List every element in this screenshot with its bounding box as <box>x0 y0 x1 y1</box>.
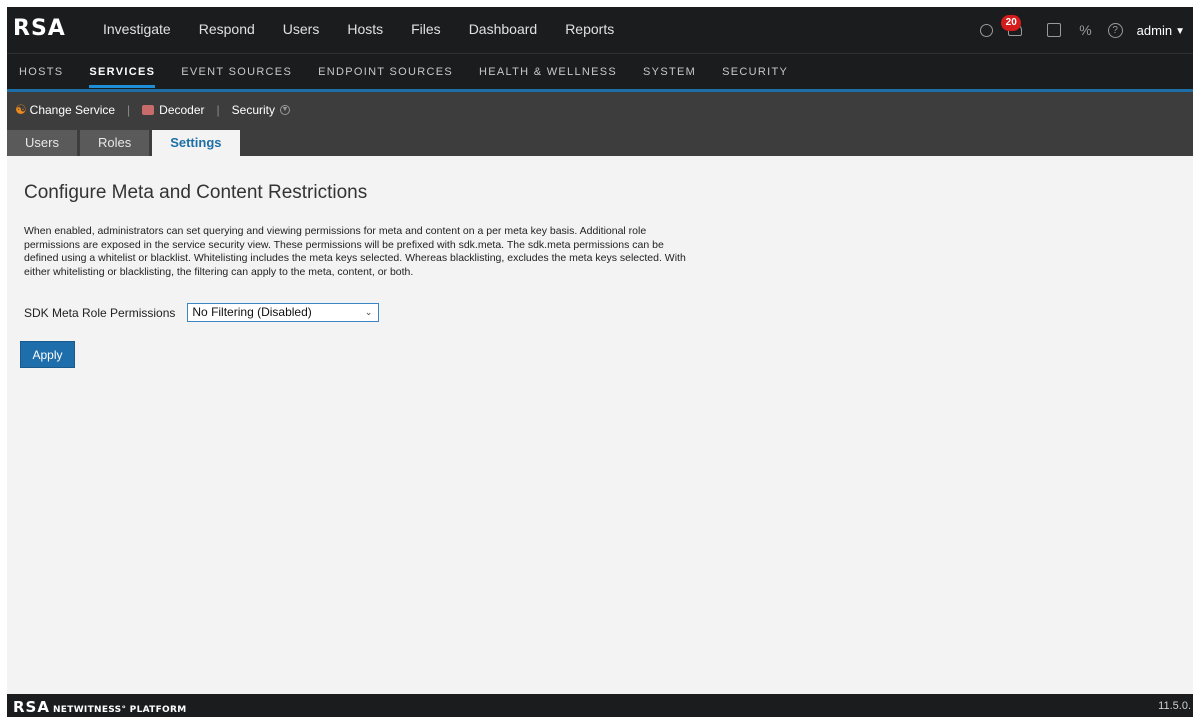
top-nav-bar: RSA Investigate Respond Users Hosts File… <box>7 7 1193 53</box>
nav-investigate[interactable]: Investigate <box>103 21 171 37</box>
service-name[interactable]: Decoder <box>159 103 204 117</box>
subnav-security[interactable]: SECURITY <box>722 66 788 78</box>
subnav-services[interactable]: SERVICES <box>89 66 156 88</box>
tab-users[interactable]: Users <box>7 130 77 156</box>
app-window: RSA Investigate Respond Users Hosts File… <box>7 7 1193 717</box>
breadcrumb: ☯ Change Service | Decoder | Security ▼ <box>15 102 291 118</box>
apply-button[interactable]: Apply <box>20 341 75 368</box>
nav-files[interactable]: Files <box>411 21 441 37</box>
main-nav: Investigate Respond Users Hosts Files Da… <box>103 21 642 37</box>
service-toolbar: ☯ Change Service | Decoder | Security ▼ … <box>7 92 1193 156</box>
nav-hosts[interactable]: Hosts <box>347 21 383 37</box>
notifications-button[interactable]: 20 <box>1001 15 1029 43</box>
nav-reports[interactable]: Reports <box>565 21 614 37</box>
user-name: admin <box>1136 22 1173 38</box>
tab-settings[interactable]: Settings <box>152 130 240 156</box>
rsa-logo[interactable]: RSA <box>13 16 66 41</box>
subnav-hosts[interactable]: HOSTS <box>19 66 63 78</box>
subnav-system[interactable]: SYSTEM <box>643 66 696 78</box>
footer-brand: RSA <box>13 698 50 716</box>
tools-icon[interactable]: % <box>1079 22 1091 38</box>
footer-logo: RSA NETWITNESS° PLATFORM <box>13 698 187 716</box>
stopwatch-icon[interactable] <box>980 23 994 37</box>
divider: | <box>127 103 131 117</box>
nav-respond[interactable]: Respond <box>199 21 255 37</box>
subnav-event-sources[interactable]: EVENT SOURCES <box>181 66 292 78</box>
change-service-link[interactable]: Change Service <box>30 103 115 117</box>
chevron-down-icon[interactable]: ▼ <box>280 105 291 115</box>
admin-sub-nav: HOSTS SERVICES EVENT SOURCES ENDPOINT SO… <box>7 53 1193 89</box>
field-label: SDK Meta Role Permissions <box>24 305 176 320</box>
subnav-health-wellness[interactable]: HEALTH & WELLNESS <box>479 66 617 78</box>
footer-product: NETWITNESS° PLATFORM <box>52 705 187 715</box>
settings-panel: Configure Meta and Content Restrictions … <box>20 182 704 368</box>
help-icon[interactable]: ? <box>1107 22 1123 38</box>
permissions-row: SDK Meta Role Permissions No Filtering (… <box>24 303 380 322</box>
subnav-endpoint-sources[interactable]: ENDPOINT SOURCES <box>318 66 453 78</box>
select-value: No Filtering (Disabled) <box>192 305 312 319</box>
tab-bar: Users Roles Settings <box>7 130 243 156</box>
divider: | <box>216 103 220 117</box>
decoder-icon <box>142 105 155 115</box>
user-menu[interactable]: admin ▼ <box>1137 23 1185 38</box>
footer: RSA NETWITNESS° PLATFORM 11.5.0. <box>7 694 1193 717</box>
view-selector[interactable]: Security <box>232 103 275 117</box>
nav-dashboard[interactable]: Dashboard <box>469 21 538 37</box>
chevron-down-icon: ▼ <box>1175 25 1185 37</box>
nav-users[interactable]: Users <box>283 21 320 37</box>
top-right-tools: 20 % ? admin ▼ <box>962 15 1193 43</box>
tasks-icon[interactable] <box>1047 23 1062 37</box>
notification-badge: 20 <box>1001 15 1022 31</box>
tab-roles[interactable]: Roles <box>79 130 150 156</box>
description-text: When enabled, administrators can set que… <box>24 225 686 278</box>
permissions-select[interactable]: No Filtering (Disabled) ⌄ <box>187 303 380 322</box>
screen: RSA Investigate Respond Users Hosts File… <box>0 0 1193 717</box>
page-title: Configure Meta and Content Restrictions <box>24 182 368 203</box>
change-service-icon: ☯ <box>15 102 27 117</box>
version-label: 11.5.0. <box>1158 700 1191 712</box>
chevron-down-icon: ⌄ <box>364 307 373 317</box>
